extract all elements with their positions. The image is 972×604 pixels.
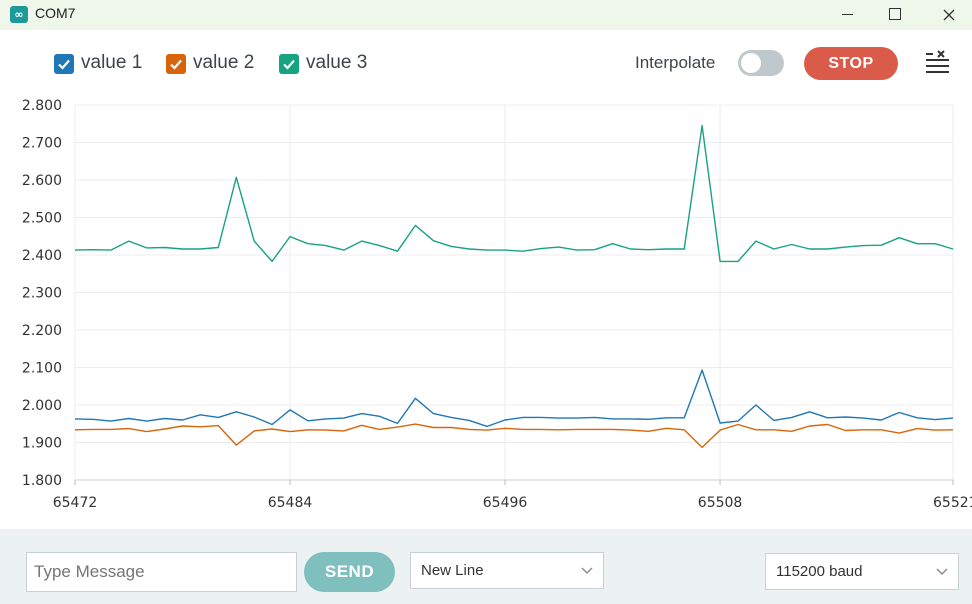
checkmark-icon — [170, 59, 182, 70]
toggle-knob — [741, 53, 761, 73]
checkmark-icon — [58, 59, 70, 70]
checkbox-value-1[interactable] — [54, 54, 74, 74]
line-ending-value: New Line — [421, 562, 484, 579]
serial-plot: 2.800 2.700 2.600 2.500 2.400 2.300 2.200 2.100… — [22, 98, 972, 511]
grid — [74, 104, 954, 481]
baud-rate-select[interactable]: 115200 baud — [765, 553, 959, 590]
y-tick-label: 1.800 — [22, 473, 62, 489]
series-lines — [74, 124, 954, 449]
y-tick-label: 2.800 — [22, 98, 62, 114]
title-bar: ∞ COM7 — [0, 0, 972, 30]
checkbox-value-2[interactable] — [166, 54, 186, 74]
line-ending-select[interactable]: New Line — [410, 552, 604, 589]
x-tick-label: 65472 — [53, 495, 98, 511]
y-tick-label: 2.300 — [22, 286, 62, 302]
window-title: COM7 — [35, 5, 76, 21]
y-tick-label: 2.700 — [22, 136, 62, 152]
maximize-button[interactable] — [871, 0, 917, 30]
y-tick-label: 2.200 — [22, 323, 62, 339]
interpolate-toggle[interactable] — [738, 50, 784, 76]
close-button[interactable] — [926, 0, 972, 30]
x-tick-label: 65508 — [698, 495, 743, 511]
x-tick-label: 65484 — [268, 495, 313, 511]
x-axis-ticks: 65472 65484 65496 65508 65521 — [53, 480, 972, 511]
send-button[interactable]: SEND — [304, 552, 395, 592]
x-tick-label: 65521 — [933, 495, 972, 511]
series-line-value-3 — [74, 124, 954, 263]
y-tick-label: 2.000 — [22, 398, 62, 414]
y-axis-ticks: 2.800 2.700 2.600 2.500 2.400 2.300 2.200 2.100… — [22, 98, 62, 489]
message-input[interactable] — [26, 552, 297, 592]
serial-footer: SEND New Line 115200 baud — [0, 529, 972, 604]
stop-button[interactable]: STOP — [804, 47, 898, 80]
interpolate-label: Interpolate — [635, 53, 716, 72]
y-tick-label: 2.600 — [22, 173, 62, 189]
legend-label-value-1: value 1 — [81, 52, 143, 73]
baud-rate-value: 115200 baud — [776, 563, 863, 580]
y-tick-label: 1.900 — [22, 436, 62, 452]
y-tick-label: 2.100 — [22, 361, 62, 377]
close-icon — [943, 9, 955, 21]
y-tick-label: 2.500 — [22, 211, 62, 227]
series-line-value-1 — [74, 369, 954, 428]
checkbox-value-3[interactable] — [279, 54, 299, 74]
plotter-toolbar: value 1 value 2 value 3 Interpolate STOP — [0, 30, 972, 96]
clear-list-icon[interactable] — [924, 50, 952, 76]
chevron-down-icon — [581, 567, 593, 574]
legend-label-value-3: value 3 — [306, 52, 368, 73]
arduino-infinity-icon: ∞ — [10, 6, 28, 23]
legend-label-value-2: value 2 — [193, 52, 255, 73]
chevron-down-icon — [936, 568, 948, 575]
x-tick-label: 65496 — [483, 495, 528, 511]
y-tick-label: 2.400 — [22, 248, 62, 264]
checkmark-icon — [283, 59, 295, 70]
series-line-value-2 — [74, 423, 954, 449]
minimize-button[interactable] — [825, 0, 871, 30]
